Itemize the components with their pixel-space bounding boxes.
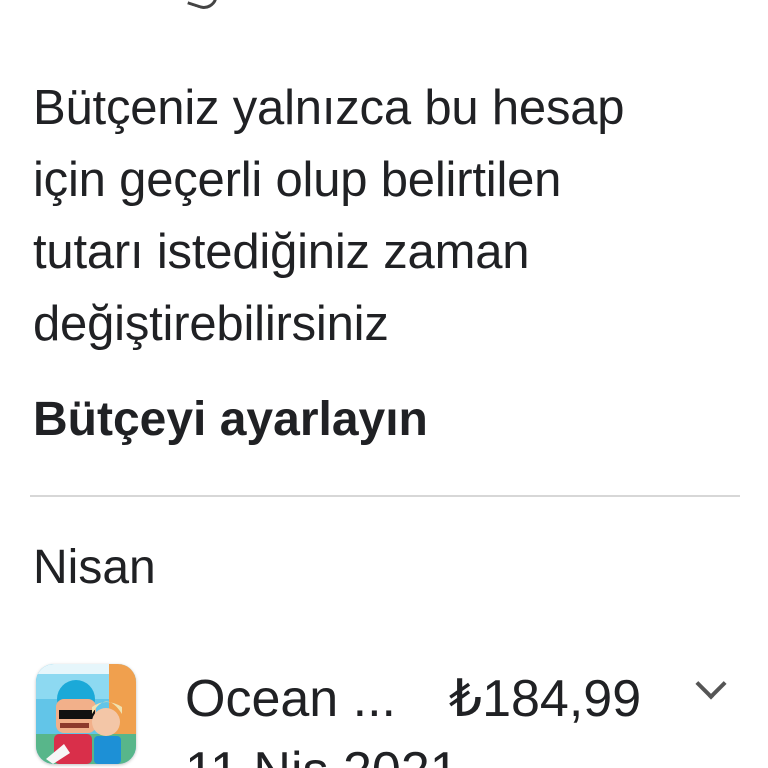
budget-info-line-2: için geçerli olup belirtilen [33, 153, 562, 207]
purchase-price: ₺184,99 [449, 670, 642, 728]
set-budget-link[interactable]: Bütçeyi ayarlayın [33, 388, 428, 452]
budget-purchase-history-screen: Bütçeniz yalnızca bu hesap için geçerli … [0, 0, 768, 768]
purchase-date: 11 Nis 2021 [185, 739, 459, 768]
budget-info-line-3: tutarı istediğiniz zaman [33, 225, 530, 279]
purchase-history-item[interactable]: Ocean ... ₺184,99 11 Nis 2021 [0, 650, 768, 768]
budget-info-text: Bütçeniz yalnızca bu hesap için geçerli … [33, 72, 733, 360]
purchase-app-name: Ocean ... [185, 670, 396, 728]
section-divider [30, 495, 740, 497]
month-heading: Nisan [33, 541, 156, 594]
budget-info-line-1: Bütçeniz yalnızca bu hesap [33, 81, 625, 135]
budget-info-line-4: değiştirebilirsiniz [33, 297, 389, 351]
game-character-icon [36, 664, 136, 764]
chevron-down-icon[interactable] [688, 668, 734, 714]
top-cropped-curve-icon [187, 0, 220, 13]
